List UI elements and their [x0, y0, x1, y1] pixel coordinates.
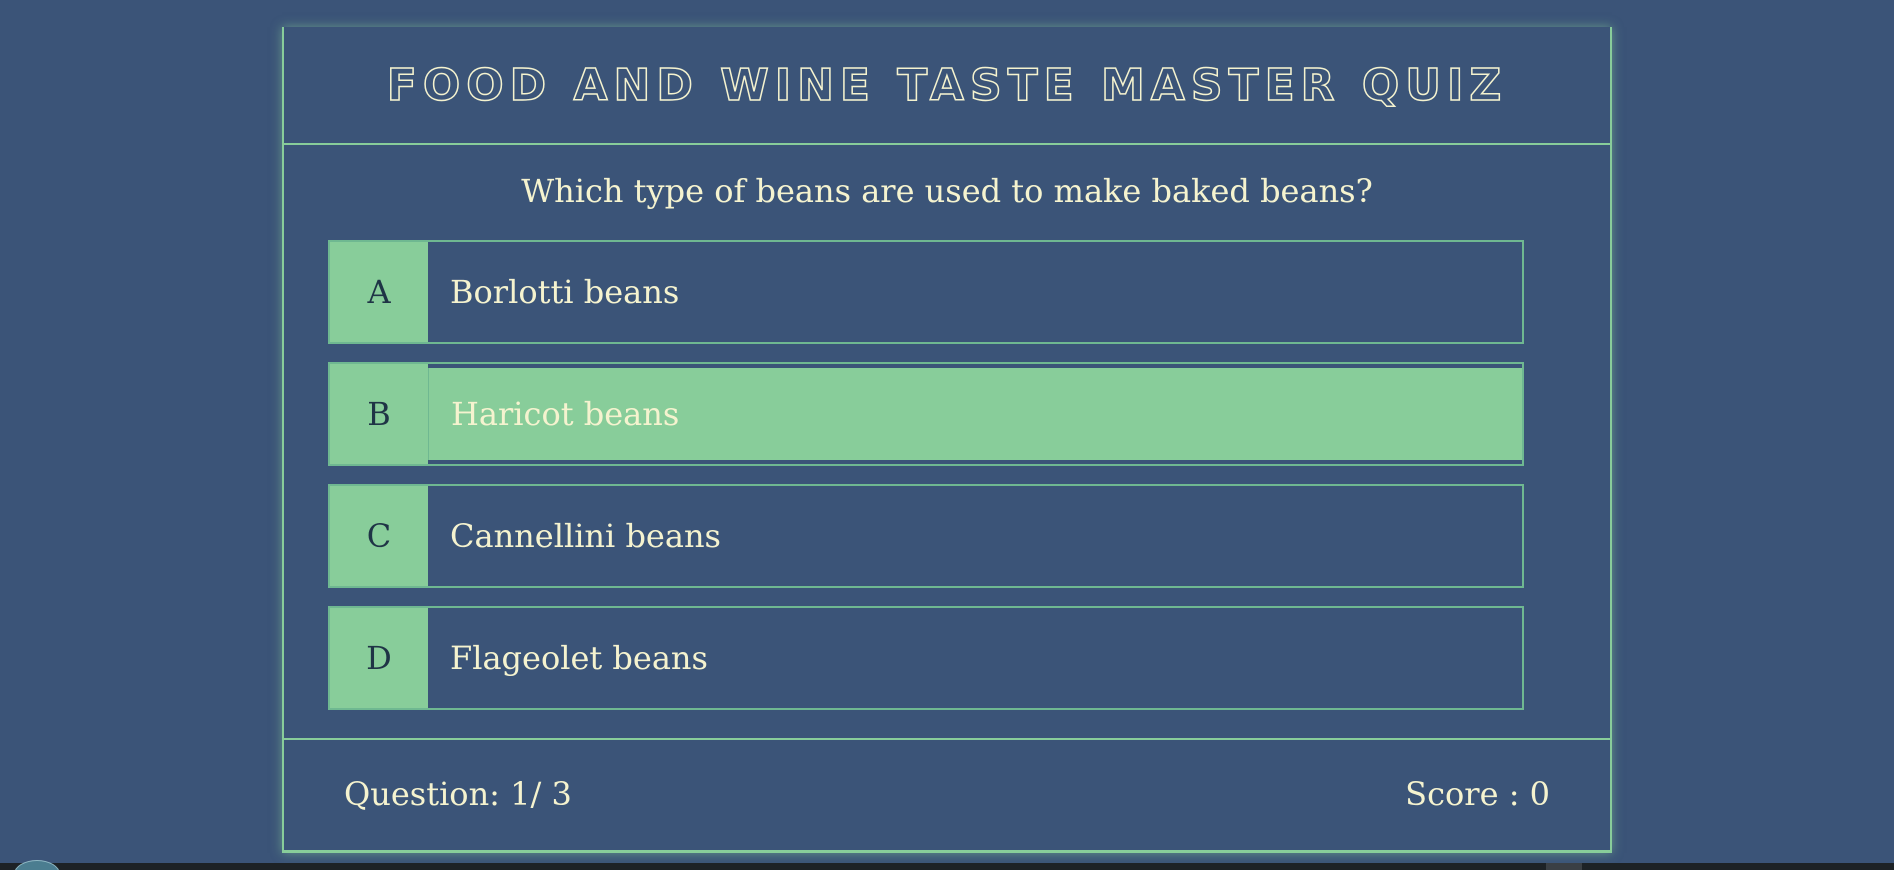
option-letter: B — [330, 364, 428, 464]
quiz-header: Food and Wine Taste Master Quiz — [284, 27, 1610, 145]
option-label: Cannellini beans — [450, 517, 721, 555]
option-label: Borlotti beans — [450, 273, 680, 311]
taskbar-handle[interactable] — [1546, 863, 1582, 870]
option-d[interactable]: D Flageolet beans — [328, 606, 1524, 710]
quiz-title: Food and Wine Taste Master Quiz — [386, 59, 1508, 112]
taskbar — [0, 860, 1894, 870]
option-letter: C — [330, 486, 428, 586]
answer-options: A Borlotti beans B Haricot beans C Canne… — [328, 240, 1524, 710]
option-letter: D — [330, 608, 428, 708]
option-b[interactable]: B Haricot beans — [328, 362, 1524, 466]
question-text: Which type of beans are used to make bak… — [521, 172, 1373, 210]
option-label: Haricot beans — [428, 368, 1522, 460]
question-progress: Question: 1/ 3 — [344, 775, 572, 813]
quiz-card: Food and Wine Taste Master Quiz Which ty… — [282, 27, 1612, 853]
quiz-page: Food and Wine Taste Master Quiz Which ty… — [0, 0, 1894, 870]
option-a[interactable]: A Borlotti beans — [328, 240, 1524, 344]
option-letter: A — [330, 242, 428, 342]
option-label: Flageolet beans — [450, 639, 708, 677]
option-c[interactable]: C Cannellini beans — [328, 484, 1524, 588]
quiz-footer: Question: 1/ 3 Score : 0 — [284, 740, 1610, 848]
score-display: Score : 0 — [1405, 775, 1550, 813]
quiz-body: Which type of beans are used to make bak… — [284, 145, 1610, 740]
start-button[interactable] — [14, 860, 60, 870]
